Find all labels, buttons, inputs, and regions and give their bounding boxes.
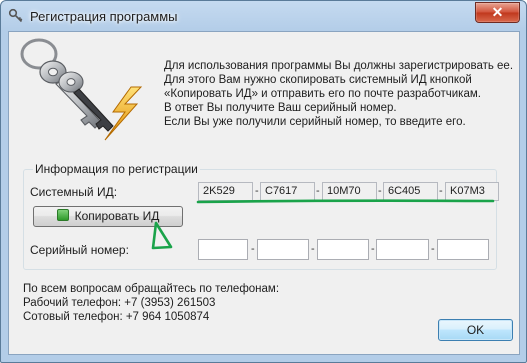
title-bar[interactable]: Регистрация программы ✕	[1, 1, 526, 31]
system-id-part-3[interactable]: 10M70	[322, 182, 377, 201]
serial-field-1[interactable]	[198, 239, 248, 260]
serial-field-4[interactable]	[376, 239, 429, 260]
separator: -	[378, 185, 382, 197]
separator: -	[371, 243, 375, 255]
copy-icon	[56, 209, 69, 221]
separator: -	[255, 185, 259, 197]
registration-window: Регистрация программы ✕ Для использовани…	[0, 0, 527, 363]
system-id-label: Системный ИД:	[30, 185, 118, 199]
serial-field-2[interactable]	[257, 239, 309, 260]
serial-field-5[interactable]	[437, 239, 489, 260]
separator: -	[316, 185, 320, 197]
system-id-part-2[interactable]: C7617	[260, 182, 315, 201]
separator: -	[311, 243, 315, 255]
close-button[interactable]: ✕	[475, 2, 520, 23]
registration-instructions: Для использования программы Вы должны за…	[164, 60, 514, 128]
serial-label: Серийный номер:	[30, 243, 129, 257]
system-id-part-1[interactable]: 2K529	[198, 182, 253, 201]
separator: -	[251, 243, 255, 255]
keys-lightning-icon	[20, 38, 143, 141]
key-icon	[8, 8, 23, 23]
group-title: Информация по регистрации	[33, 162, 200, 176]
copy-id-button-label: Копировать ИД	[74, 209, 160, 223]
ok-button[interactable]: OK	[438, 319, 513, 341]
serial-field-3[interactable]	[317, 239, 369, 260]
window-title: Регистрация программы	[30, 9, 178, 24]
separator: -	[439, 185, 443, 197]
system-id-part-4[interactable]: 6C405	[383, 182, 438, 201]
contact-info: По всем вопросам обращайтесь по телефона…	[23, 283, 280, 323]
separator: -	[431, 243, 435, 255]
system-id-part-5[interactable]: K07M3	[445, 182, 499, 201]
dialog-body: Для использования программы Вы должны за…	[8, 31, 520, 355]
copy-id-button[interactable]: Копировать ИД	[33, 206, 183, 227]
